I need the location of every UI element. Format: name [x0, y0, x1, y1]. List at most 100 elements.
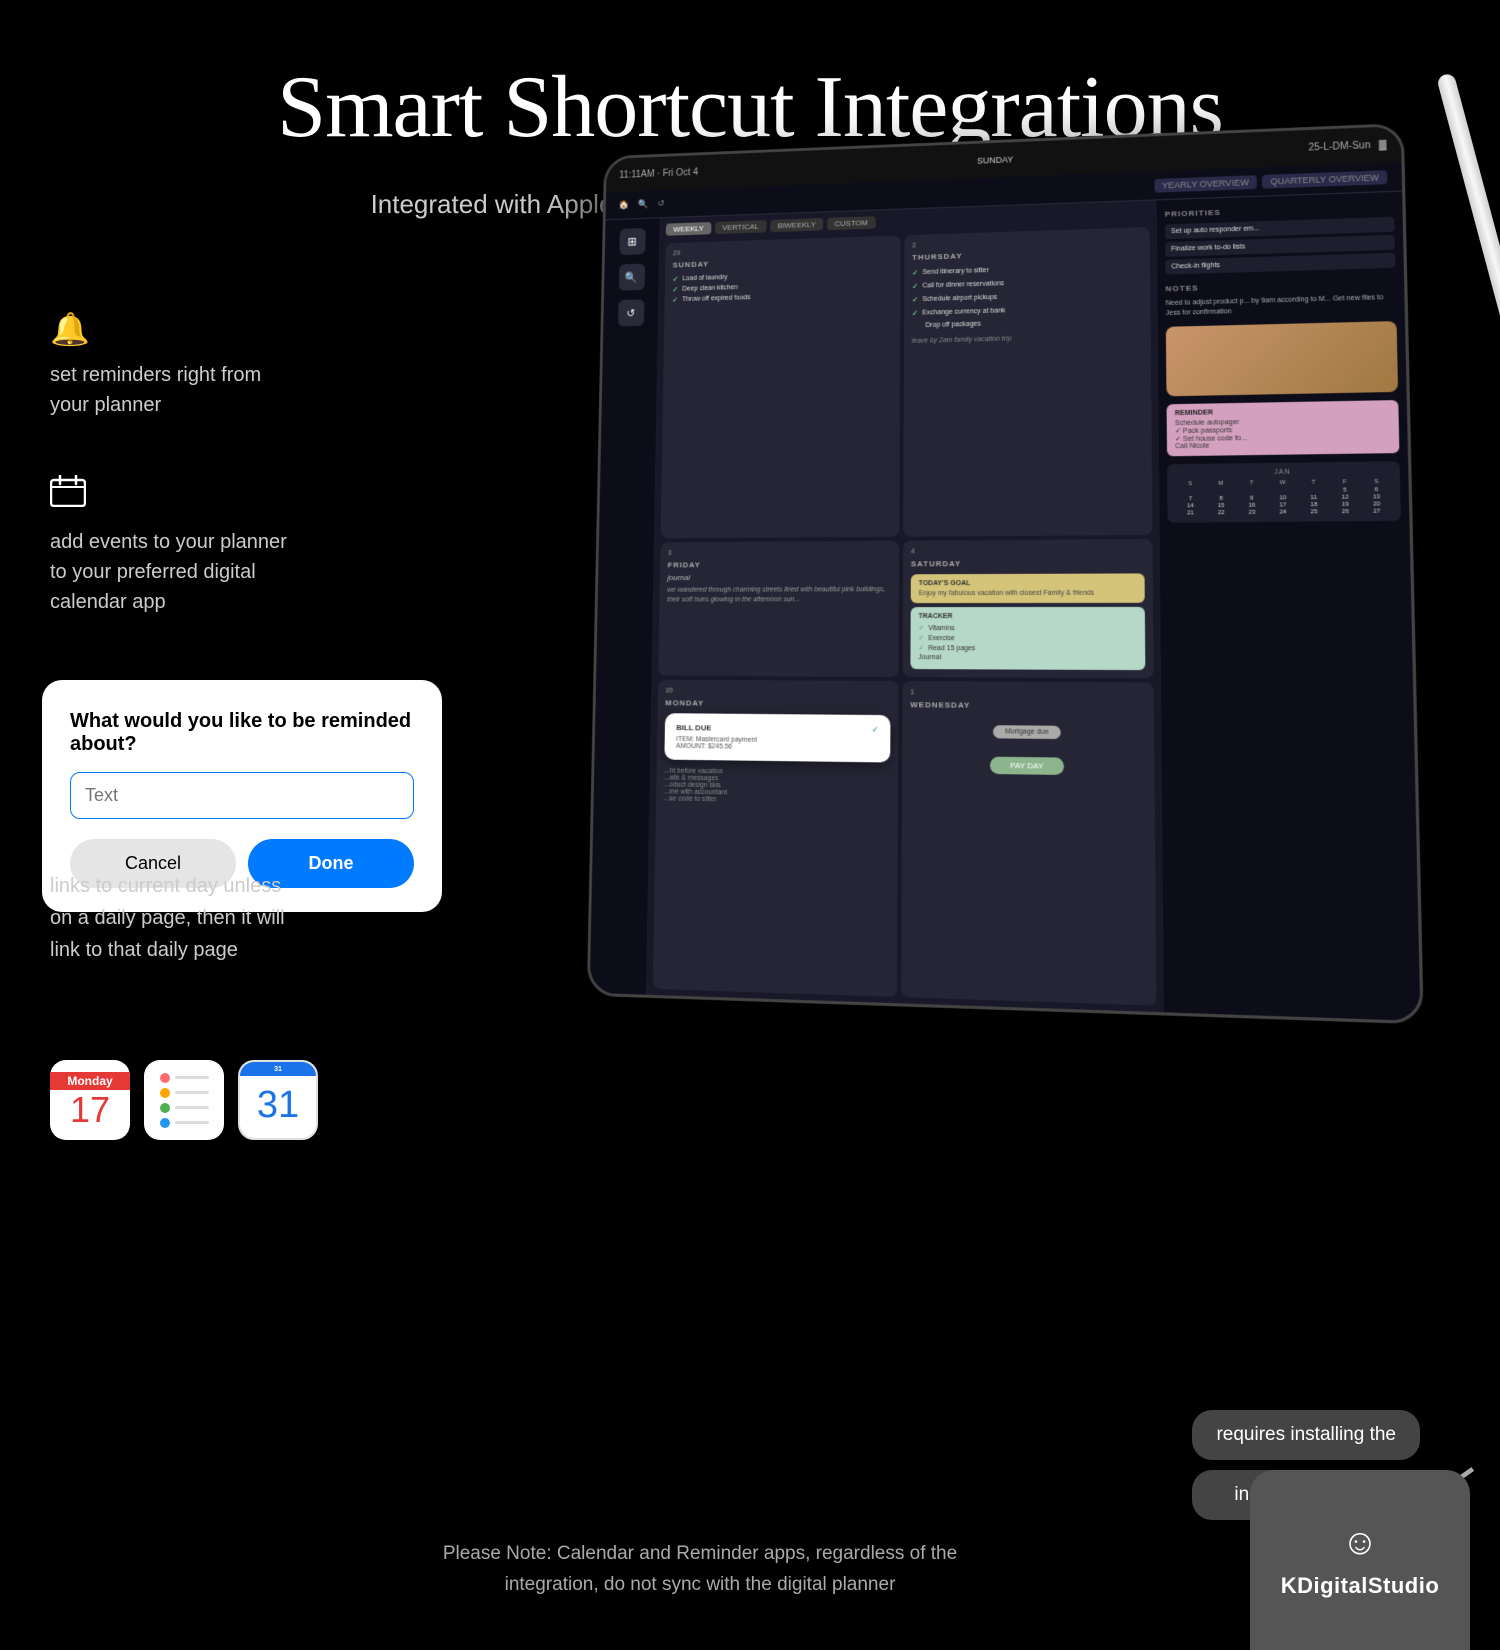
dialog-title: What would you like to be reminded about… — [70, 710, 414, 756]
bill-check: ✓ — [872, 725, 879, 734]
mini-calendar: JAN SMTWTFS 56 78910111213 1415161718192… — [1167, 461, 1401, 522]
date-display: 25-L-DM-Sun — [1308, 140, 1370, 153]
sunday-label: SUNDAY — [673, 254, 893, 270]
thursday-items: ✓Send itinerary to sitter ✓Call for dinn… — [912, 261, 1143, 332]
overview-tab-yearly[interactable]: YEARLY OVERVIEW — [1154, 175, 1257, 193]
bill-popup: BILL DUE ✓ ITEM: Mastercard payment AMOU… — [664, 713, 890, 762]
gcal-number: 31 — [257, 1084, 299, 1127]
photo-card-1 — [1166, 321, 1398, 396]
monday-num: 30 — [665, 688, 890, 696]
cal-day-label: Monday — [50, 1072, 130, 1090]
saturday-card: 4 SATURDAY TODAY'S GOAL Enjoy my fabulou… — [902, 539, 1153, 678]
studio-card[interactable]: ☺ KDigitalStudio — [1250, 1470, 1470, 1650]
overview-tab-quarterly[interactable]: QUARTERLY OVERVIEW — [1262, 170, 1387, 188]
bill-header: BILL DUE ✓ — [676, 723, 878, 734]
ipad-screen: 11:11AM · Fri Oct 4 SUNDAY 25-L-DM-Sun ▓… — [590, 126, 1421, 1021]
mini-cal-month: JAN — [1175, 467, 1391, 477]
calendar-outline-icon — [50, 475, 290, 515]
ipad-device: 11:11AM · Fri Oct 4 SUNDAY 25-L-DM-Sun ▓… — [580, 130, 1500, 1110]
refresh-icon[interactable]: ↺ — [657, 198, 664, 209]
planner-grid: WEEKLY VERTICAL BIWEEKLY CUSTOM 29 SUNDA… — [647, 200, 1163, 1012]
tracker-card: TRACKER ✓Vitamins ✓Exercise ✓Read 15 pag… — [910, 607, 1145, 670]
priorities-title: PRIORITIES — [1165, 202, 1394, 219]
monday-label: MONDAY — [665, 698, 890, 709]
app-icons-row: Monday 17 — [50, 1060, 318, 1140]
feature-reminders: 🔔 set reminders right from your planner — [50, 310, 290, 420]
thursday-card: 2 THURSDAY ✓Send itinerary to sitter ✓Ca… — [903, 227, 1152, 537]
studio-smiley-icon: ☺ — [1342, 1521, 1379, 1563]
sunday-card: 29 SUNDAY ✓Load of laundry ✓Deep clean k… — [661, 235, 901, 538]
top-right-controls: 25-L-DM-Sun ▓ — [1308, 139, 1386, 153]
wednesday-card: 1 WEDNESDAY Mortgage due PAY DAY — [901, 681, 1156, 1006]
saturday-num: 4 — [911, 547, 1144, 555]
time-label: 11:11AM · Fri Oct 4 — [619, 167, 698, 180]
apple-calendar-icon[interactable]: Monday 17 — [50, 1060, 130, 1140]
footnote-area: Please Note: Calendar and Reminder apps,… — [200, 1539, 1200, 1600]
monday-card: 30 MONDAY BILL DUE ✓ ITEM: Mastercard pa… — [653, 680, 899, 997]
pay-day-area: PAY DAY — [910, 754, 1146, 776]
reminder-card: REMINDER Schedule autopager ✓ Pack passp… — [1167, 400, 1400, 456]
battery-icon: ▓ — [1379, 139, 1387, 150]
notes-title: NOTES — [1165, 278, 1395, 293]
left-sidebar: 🔔 set reminders right from your planner … — [50, 310, 290, 672]
search-icon[interactable]: 🔍 — [638, 199, 648, 210]
saturday-label: SATURDAY — [911, 558, 1145, 568]
refresh-nav-icon[interactable]: ↺ — [618, 299, 644, 326]
custom-tab[interactable]: CUSTOM — [827, 216, 875, 230]
home-icon[interactable]: 🏠 — [619, 200, 629, 211]
page-wrapper: Smart Shortcut Integrations Integrated w… — [0, 0, 1500, 1650]
reminder-input[interactable] — [70, 772, 414, 819]
sunday-item-2: Deep clean kitchen — [682, 284, 738, 292]
link-feature: links to current day unless on a daily p… — [50, 870, 290, 966]
friday-label: FRIDAY — [668, 560, 892, 570]
biweekly-tab[interactable]: BIWEEKLY — [770, 218, 823, 232]
goal-text: Enjoy my fabulous vacation with closest … — [919, 590, 1137, 597]
right-panel: PRIORITIES Set up auto responder em... F… — [1156, 192, 1421, 1021]
studio-name: KDigitalStudio — [1281, 1573, 1440, 1599]
journal-label: journal — [667, 572, 891, 582]
weekly-tab[interactable]: WEEKLY — [666, 222, 711, 236]
sunday-item-1: Load of laundry — [682, 274, 727, 282]
reminder-title: REMINDER — [1175, 406, 1390, 417]
friday-card: 3 FRIDAY journal we wandered through cha… — [658, 541, 899, 677]
grid-icon[interactable]: ⊞ — [619, 228, 645, 255]
mini-cal-days: 56 78910111213 14151617181920 2122232425… — [1176, 487, 1393, 517]
link-feature-text: links to current day unless on a daily p… — [50, 870, 290, 966]
monday-notes: ...ht before vacation ...ails & messages… — [664, 768, 891, 807]
bell-icon: 🔔 — [50, 310, 290, 348]
tooltip-line1: requires installing the — [1192, 1410, 1420, 1460]
mini-cal-header: SMTWTFS — [1175, 478, 1391, 487]
reminder-items: Schedule autopager ✓ Pack passports ✓ Se… — [1175, 416, 1391, 450]
gcal-top-bar: 31 — [240, 1062, 316, 1076]
wednesday-num: 1 — [910, 689, 1145, 698]
app-name-label: SUNDAY — [977, 155, 1013, 166]
feature-calendar-text: add events to your planner to your prefe… — [50, 527, 290, 617]
goal-card: TODAY'S GOAL Enjoy my fabulous vacation … — [911, 573, 1145, 603]
search-nav-icon[interactable]: 🔍 — [618, 264, 644, 291]
bill-title: BILL DUE — [676, 723, 711, 732]
tracker-label: TRACKER — [919, 613, 1137, 620]
feature-reminders-text: set reminders right from your planner — [50, 360, 290, 420]
notes-content: Need to adjust product p... by 9am accor… — [1166, 293, 1397, 319]
friday-num: 3 — [668, 549, 892, 557]
vacation-label: leave by 2am family vacation trip — [912, 332, 1143, 344]
feature-calendar: add events to your planner to your prefe… — [50, 475, 290, 617]
view-tabs: YEARLY OVERVIEW QUARTERLY OVERVIEW — [1154, 170, 1387, 192]
mortgage-area: Mortgage due — [910, 719, 1146, 746]
footnote-text: Please Note: Calendar and Reminder apps,… — [200, 1539, 1200, 1600]
google-calendar-icon[interactable]: 31 31 — [238, 1060, 318, 1140]
wednesday-label: WEDNESDAY — [910, 700, 1145, 711]
ipad-frame: 11:11AM · Fri Oct 4 SUNDAY 25-L-DM-Sun ▓… — [587, 123, 1424, 1024]
vertical-tab[interactable]: VERTICAL — [715, 220, 767, 234]
bill-amount: AMOUNT: $245.56 — [676, 743, 879, 752]
tracker-items: ✓Vitamins ✓Exercise ✓Read 15 pages Journ… — [918, 624, 1137, 662]
journal-text: we wandered through charming streets lin… — [667, 585, 891, 605]
cal-day-number: 17 — [70, 1090, 110, 1128]
sunday-item-3: Throw off expired foods — [682, 294, 750, 303]
priority-item-3: Check-in flights — [1165, 253, 1395, 275]
reminders-icon[interactable] — [144, 1060, 224, 1140]
mortgage-badge: Mortgage due — [993, 725, 1061, 739]
goal-label: TODAY'S GOAL — [919, 580, 1137, 588]
planner-main: ⊞ 🔍 ↺ WEEKLY VERTICAL BIWEEKLY CUSTOM — [590, 192, 1421, 1021]
pay-day-badge: PAY DAY — [990, 757, 1064, 775]
